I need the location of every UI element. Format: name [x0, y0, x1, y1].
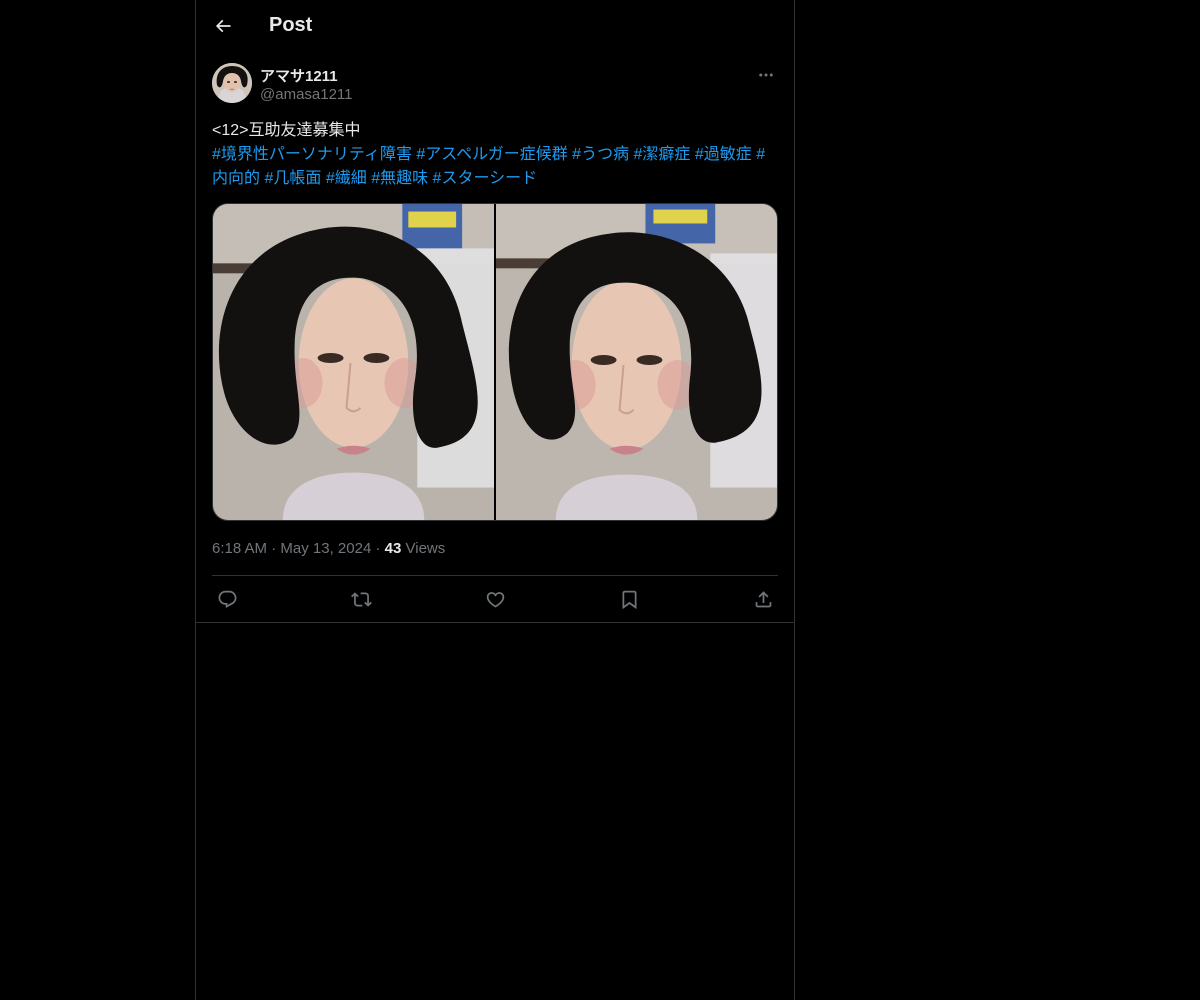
hashtag-link[interactable]: #アスペルガー症候群: [416, 146, 567, 163]
hashtag-link[interactable]: #うつ病: [572, 146, 629, 163]
more-options-button[interactable]: [754, 65, 778, 85]
post-metadata: 6:18 AM · May 13, 2024 · 43 Views: [212, 540, 445, 557]
hashtag-link[interactable]: #境界性パーソナリティ障害: [212, 146, 412, 163]
portrait-image: [213, 204, 494, 520]
post-column: Post アマサ1211 @amasa1211 <12>互助友達募集中 #境界性…: [195, 0, 795, 1000]
hashtag-link[interactable]: #潔癖症: [634, 146, 691, 163]
heart-icon: [486, 592, 504, 608]
post-date[interactable]: May 13, 2024: [280, 540, 371, 557]
avatar-image: [212, 63, 252, 103]
hashtag-list: #境界性パーソナリティ障害 #アスペルガー症候群 #うつ病 #潔癖症 #過敏症 …: [212, 143, 778, 191]
hashtag-link[interactable]: #繊細: [326, 170, 367, 187]
avatar[interactable]: [212, 63, 252, 103]
like-button[interactable]: [482, 587, 508, 613]
post-divider: [196, 622, 794, 623]
post-text-prefix: <12>互助友達募集中: [212, 122, 361, 139]
bookmark-icon: [622, 590, 636, 610]
share-icon: [755, 591, 771, 608]
repost-button[interactable]: [348, 587, 374, 613]
views-label: Views: [405, 540, 446, 557]
author-handle[interactable]: @amasa1211: [260, 86, 353, 103]
post-photo-1[interactable]: [213, 204, 494, 520]
repost-icon: [350, 592, 372, 607]
hashtag-link[interactable]: #無趣味: [371, 170, 428, 187]
more-horizontal-icon: [759, 73, 773, 77]
author-display-name[interactable]: アマサ1211: [260, 65, 338, 86]
arrow-left-icon: [215, 19, 231, 33]
bookmark-button[interactable]: [616, 587, 642, 613]
hashtag-link[interactable]: #スターシード: [433, 170, 538, 187]
post-actions: [212, 575, 778, 623]
share-button[interactable]: [750, 587, 776, 613]
post-media: [212, 203, 778, 521]
views-count[interactable]: 43: [385, 540, 402, 557]
portrait-image: [496, 204, 777, 520]
post-time[interactable]: 6:18 AM: [212, 540, 267, 557]
post-photo-2[interactable]: [496, 204, 777, 520]
post-header: Post: [196, 0, 794, 53]
back-button[interactable]: [208, 11, 238, 41]
meta-separator: ·: [375, 540, 381, 557]
hashtag-link[interactable]: #几帳面: [264, 170, 321, 187]
page-title: Post: [269, 14, 313, 36]
reply-icon: [218, 590, 236, 608]
reply-button[interactable]: [214, 587, 240, 613]
post-text: <12>互助友達募集中 #境界性パーソナリティ障害 #アスペルガー症候群 #うつ…: [212, 119, 778, 191]
meta-separator: ·: [271, 540, 277, 557]
hashtag-link[interactable]: #過敏症: [695, 146, 752, 163]
